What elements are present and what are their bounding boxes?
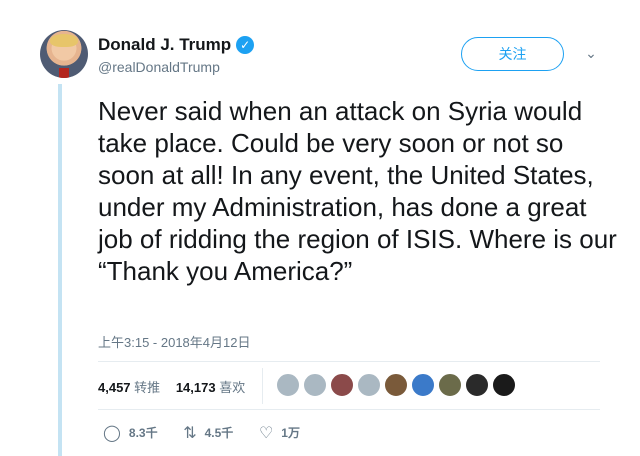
divider <box>98 409 600 410</box>
liker-avatar[interactable] <box>492 373 516 397</box>
retweet-button[interactable]: ⇅ 4.5千 <box>183 423 233 443</box>
liker-avatar[interactable] <box>465 373 489 397</box>
retweets-count: 4,457 <box>98 380 131 395</box>
like-button[interactable]: ♡ 1万 <box>259 423 300 443</box>
follow-button[interactable]: 关注 <box>461 37 564 71</box>
liker-avatar[interactable] <box>411 373 435 397</box>
liker-avatar[interactable] <box>438 373 462 397</box>
tweet-timestamp[interactable]: 上午3:15 - 2018年4月12日 <box>98 332 250 351</box>
likes-stat[interactable]: 14,173 喜欢 <box>176 377 245 396</box>
action-bar: ◯ 8.3千 ⇅ 4.5千 ♡ 1万 <box>103 423 322 443</box>
likes-count: 14,173 <box>175 380 216 395</box>
avatar[interactable] <box>40 30 88 78</box>
user-handle[interactable]: @realDonaldTrump <box>98 59 220 75</box>
tweet-text: Never said when an attack on Syria would… <box>98 96 617 286</box>
verified-check-icon: ✓ <box>236 36 255 54</box>
likers-avatars <box>276 373 519 397</box>
divider <box>98 361 600 362</box>
retweet-count: 4.5千 <box>204 426 234 440</box>
engagement-stats: 4,457 转推 14,173 喜欢 <box>98 377 257 396</box>
reply-button[interactable]: ◯ 8.3千 <box>103 423 158 443</box>
liker-avatar[interactable] <box>330 373 354 397</box>
retweets-label: 转推 <box>134 380 161 395</box>
user-name-row[interactable]: Donald J. Trump ✓ <box>98 35 255 55</box>
retweet-icon: ⇅ <box>183 425 197 442</box>
liker-avatar[interactable] <box>357 373 381 397</box>
stats-separator <box>262 368 263 404</box>
thread-line <box>58 84 62 456</box>
heart-icon: ♡ <box>258 425 274 442</box>
likes-label: 喜欢 <box>219 380 246 395</box>
retweets-stat[interactable]: 4,457 转推 <box>98 377 160 396</box>
liker-avatar[interactable] <box>276 373 300 397</box>
liker-avatar[interactable] <box>384 373 408 397</box>
liker-avatar[interactable] <box>303 373 327 397</box>
like-count: 1万 <box>281 426 300 440</box>
reply-count: 8.3千 <box>128 426 158 440</box>
reply-icon: ◯ <box>103 425 121 442</box>
user-name[interactable]: Donald J. Trump <box>98 35 231 54</box>
chevron-down-icon[interactable]: ⌄ <box>584 46 598 60</box>
